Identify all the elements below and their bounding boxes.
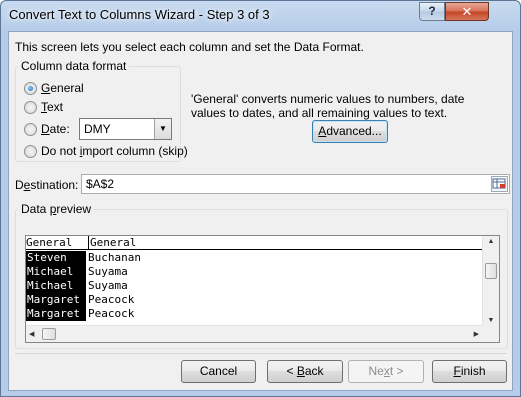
horizontal-scroll-thumb[interactable] bbox=[42, 328, 56, 340]
column-format-legend: Column data format bbox=[18, 59, 130, 73]
title-bar[interactable]: Convert Text to Columns Wizard - Step 3 … bbox=[1, 1, 520, 31]
horizontal-scrollbar[interactable]: ◀ ▶ bbox=[26, 325, 483, 342]
radio-general-indicator[interactable] bbox=[24, 81, 37, 95]
scroll-left-icon[interactable]: ◀ bbox=[29, 330, 34, 338]
destination-value: $A$2 bbox=[86, 177, 115, 191]
table-row: Steven Buchanan bbox=[26, 251, 483, 265]
divider bbox=[15, 353, 507, 354]
preview-header-col1[interactable]: General bbox=[26, 236, 86, 249]
help-button[interactable]: ? bbox=[419, 2, 445, 21]
preview-cell[interactable]: Peacock bbox=[88, 307, 134, 321]
vertical-scroll-thumb[interactable] bbox=[485, 263, 497, 279]
wizard-window: Convert Text to Columns Wizard - Step 3 … bbox=[0, 0, 521, 397]
destination-field[interactable]: $A$2 bbox=[81, 174, 510, 194]
scroll-down-icon[interactable]: ▼ bbox=[483, 317, 499, 324]
radio-general-label: General bbox=[41, 81, 84, 95]
data-preview-grid[interactable]: General General Steven Buchanan Michael … bbox=[25, 235, 500, 343]
intro-text: This screen lets you select each column … bbox=[15, 40, 364, 54]
table-row: Margaret Peacock bbox=[26, 293, 483, 307]
date-format-select[interactable]: DMY ▼ bbox=[79, 118, 172, 140]
preview-header-col2[interactable]: General bbox=[88, 236, 136, 249]
preview-cell[interactable]: Michael bbox=[26, 265, 86, 279]
close-button[interactable]: ✕ bbox=[445, 2, 489, 21]
back-button-label: < Back bbox=[286, 364, 324, 378]
table-row: Michael Suyama bbox=[26, 265, 483, 279]
radio-skip-label: Do not import column (skip) bbox=[41, 144, 188, 158]
preview-cell[interactable]: Buchanan bbox=[88, 251, 141, 265]
format-description: 'General' converts numeric values to num… bbox=[191, 92, 465, 120]
radio-date-label: Date: bbox=[41, 122, 70, 136]
scroll-corner bbox=[482, 325, 499, 342]
preview-cell[interactable]: Suyama bbox=[88, 265, 128, 279]
finish-button[interactable]: Finish bbox=[432, 360, 507, 383]
table-row: Michael Suyama bbox=[26, 279, 483, 293]
preview-cell[interactable]: Michael bbox=[26, 279, 86, 293]
advanced-button-label: Advanced... bbox=[318, 124, 382, 138]
radio-skip-indicator[interactable] bbox=[24, 144, 37, 158]
radio-general[interactable]: General bbox=[24, 80, 84, 96]
radio-text-indicator[interactable] bbox=[24, 100, 37, 114]
preview-cell[interactable]: Margaret bbox=[26, 307, 86, 321]
preview-cell[interactable]: Suyama bbox=[88, 279, 128, 293]
preview-cell[interactable]: Margaret bbox=[26, 293, 86, 307]
scroll-up-icon[interactable]: ▲ bbox=[483, 238, 499, 245]
radio-date[interactable]: Date: bbox=[24, 121, 70, 137]
radio-date-indicator[interactable] bbox=[24, 122, 37, 136]
radio-skip[interactable]: Do not import column (skip) bbox=[24, 143, 188, 159]
radio-text-label: Text bbox=[41, 100, 64, 114]
preview-cell[interactable]: Steven bbox=[26, 251, 86, 265]
table-row: Margaret Peacock bbox=[26, 307, 483, 321]
preview-header-row: General General bbox=[26, 236, 483, 250]
cancel-button[interactable]: Cancel bbox=[181, 360, 256, 383]
date-format-value: DMY bbox=[84, 122, 111, 136]
scroll-right-icon[interactable]: ▶ bbox=[474, 330, 479, 338]
finish-button-label: Finish bbox=[453, 364, 486, 378]
advanced-button[interactable]: Advanced... bbox=[312, 120, 388, 143]
dialog-body: This screen lets you select each column … bbox=[8, 31, 513, 391]
chevron-down-icon[interactable]: ▼ bbox=[154, 119, 171, 139]
destination-label: Destination: bbox=[15, 178, 79, 192]
next-button[interactable]: Next > bbox=[348, 360, 424, 383]
radio-text[interactable]: Text bbox=[24, 99, 63, 115]
back-button[interactable]: < Back bbox=[267, 360, 343, 383]
next-button-label: Next > bbox=[368, 364, 404, 378]
range-select-icon[interactable] bbox=[491, 176, 508, 192]
preview-cell[interactable]: Peacock bbox=[88, 293, 134, 307]
vertical-scrollbar[interactable]: ▲ ▼ bbox=[482, 236, 499, 326]
data-preview-legend: Data preview bbox=[18, 202, 95, 216]
window-title: Convert Text to Columns Wizard - Step 3 … bbox=[9, 7, 270, 22]
